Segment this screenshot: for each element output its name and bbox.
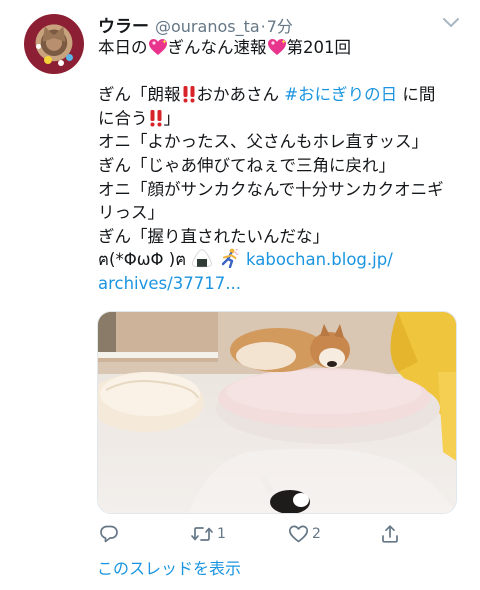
text-segment: ぎん「朗報 <box>98 85 181 105</box>
kaomoji-text: ฅ(*ΦωΦ )ฅ <box>98 250 192 270</box>
url-link-continued[interactable]: archives/37717... <box>98 272 458 296</box>
sparkling-heart-emoji-icon <box>148 39 167 55</box>
heart-icon <box>288 525 309 543</box>
text-segment: おかあさん <box>196 85 285 105</box>
person-running-emoji-icon <box>221 248 239 269</box>
double-exclamation-emoji-icon <box>150 109 161 127</box>
avatar-cat-ear-right <box>52 24 70 42</box>
tweet-text-line: ぎん「じゃあ伸びてねぇで三角に戻れ」 <box>98 155 395 175</box>
rice-ball-emoji-icon <box>192 249 213 268</box>
like-count: 2 <box>312 526 321 542</box>
share-icon <box>382 525 398 543</box>
reply-button[interactable] <box>99 521 122 547</box>
tweet-text-line: オニ「顔がサンカクなんで十分サンカクオニギ <box>98 179 444 199</box>
tweet-text-line: 本日の ぎんなん速報 第201回 <box>98 36 458 60</box>
show-thread-link[interactable]: このスレッドを表示 <box>97 555 241 579</box>
avatar-decoration <box>36 44 41 49</box>
retweet-icon <box>191 527 213 541</box>
retweet-button[interactable]: 1 <box>190 521 226 547</box>
tweet-header: ウラー @ouranos_ta · 7分 <box>98 12 293 37</box>
url-link[interactable]: kabochan.blog.jp/ <box>246 250 393 269</box>
text-segment: に間 <box>397 85 436 105</box>
tweet-text-line: オニ「よかったス、父さんもホレ直すッス」 <box>98 132 428 152</box>
double-exclamation-emoji-icon <box>183 86 194 103</box>
tweet-photo[interactable] <box>97 311 457 514</box>
avatar-decoration <box>66 54 73 61</box>
retweet-count: 1 <box>217 526 226 542</box>
avatar[interactable] <box>24 14 84 74</box>
avatar-decoration <box>58 60 64 66</box>
dog-bed-photo <box>98 312 456 513</box>
avatar-decoration <box>44 56 52 64</box>
tweet-card[interactable]: ウラー @ouranos_ta · 7分 本日の ぎんなん速報 第201回 ぎん「朗… <box>0 0 480 590</box>
text-segment: 本日の <box>98 38 148 57</box>
author-name[interactable]: ウラー <box>98 12 149 37</box>
tweet-action-bar: 1 2 <box>97 521 457 547</box>
tweet-text-line: ぎん「握り直されたいんだな」 <box>98 226 329 246</box>
tweet-timestamp[interactable]: 7分 <box>267 13 293 37</box>
reply-icon <box>100 525 118 543</box>
tweet-text-line: リっス」 <box>98 203 164 223</box>
text-segment: ぎんなん速報 <box>167 38 267 57</box>
text-segment: に合う <box>98 108 148 128</box>
hashtag-link[interactable]: #おにぎりの日 <box>284 85 397 104</box>
text-segment: 」 <box>163 108 181 128</box>
tweet-text-line: ぎん「朗報 おかあさん #おにぎりの日 に間 <box>98 83 458 107</box>
like-button[interactable]: 2 <box>288 521 321 547</box>
share-button[interactable] <box>380 521 400 547</box>
author-handle[interactable]: @ouranos_ta <box>155 17 260 36</box>
tweet-text: 本日の ぎんなん速報 第201回 ぎん「朗報 おかあさん #おにぎりの日 に間 に合う… <box>98 36 458 296</box>
header-separator: · <box>260 17 266 36</box>
tweet-text-line: ฅ(*ΦωΦ )ฅ kabochan.blog.jp/ <box>98 248 458 272</box>
chevron-down-icon[interactable] <box>442 17 460 29</box>
tweet-text-line: に合う」 <box>98 107 458 131</box>
text-segment: 第201回 <box>286 38 352 57</box>
sparkling-heart-emoji-icon <box>267 39 286 55</box>
